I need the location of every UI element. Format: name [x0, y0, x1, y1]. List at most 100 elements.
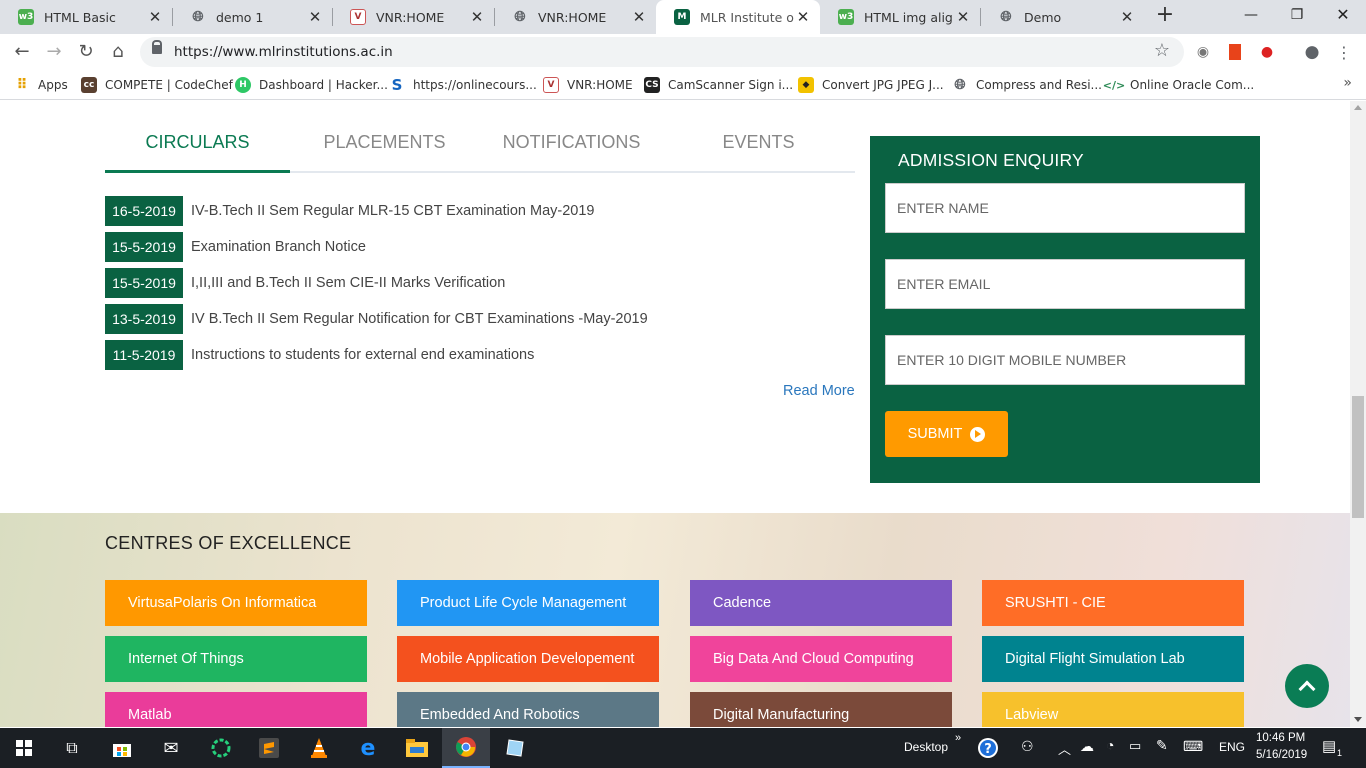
chrome-icon[interactable] [442, 728, 490, 768]
coe-tile[interactable]: Product Life Cycle Management [397, 580, 659, 626]
wifi-icon[interactable]: ◔ [1106, 737, 1114, 753]
help-icon[interactable]: ? [975, 728, 1001, 768]
browser-tab[interactable]: w3 HTML Basic ✕ [0, 0, 172, 34]
coe-tile[interactable]: Mobile Application Developement [397, 636, 659, 682]
circular-item[interactable]: 11-5-2019 Instructions to students for e… [105, 340, 534, 370]
desktop-toolbar-label[interactable]: Desktop [904, 740, 948, 754]
coe-tile[interactable]: Big Data And Cloud Computing [690, 636, 952, 682]
name-field[interactable]: ENTER NAME [885, 183, 1245, 233]
scroll-down-arrow-icon[interactable] [1354, 717, 1362, 722]
store-icon[interactable] [98, 728, 146, 768]
close-icon[interactable]: ✕ [794, 8, 812, 26]
bookmark-apps[interactable]: ⠿ Apps [14, 76, 68, 94]
sublime-text-icon[interactable] [245, 728, 293, 768]
extension-bookmark-icon[interactable] [1225, 42, 1245, 62]
tab-events[interactable]: EVENTS [666, 131, 851, 173]
tray-expand-icon[interactable]: ︿ [1058, 739, 1071, 758]
circular-item[interactable]: 15-5-2019 I,II,III and B.Tech II Sem CIE… [105, 268, 505, 298]
coe-tile[interactable]: Digital Manufacturing [690, 692, 952, 727]
tab-circulars[interactable]: CIRCULARS [105, 131, 290, 173]
pen-icon[interactable]: ✎ [1156, 737, 1168, 754]
extension-apple-icon[interactable]: ● [1257, 42, 1277, 62]
close-icon[interactable]: ✕ [630, 8, 648, 26]
close-icon[interactable]: ✕ [306, 8, 324, 26]
coe-tile[interactable]: Embedded And Robotics [397, 692, 659, 727]
bookmarks-overflow-icon[interactable]: » [1343, 75, 1352, 91]
clock-date[interactable]: 5/16/2019 [1256, 749, 1307, 761]
read-more-link[interactable]: Read More [783, 383, 855, 399]
windows-start-icon[interactable] [0, 728, 48, 768]
circular-item[interactable]: 13-5-2019 IV B.Tech II Sem Regular Notif… [105, 304, 648, 334]
bookmark-star-icon[interactable]: ☆ [1154, 40, 1170, 61]
task-view-icon[interactable]: ⧉ [48, 728, 96, 768]
battery-icon[interactable]: ▭ [1129, 738, 1141, 754]
edge-icon[interactable]: e [344, 728, 392, 768]
bookmark-convert-jpg[interactable]: ◆ Convert JPG JPEG J... [798, 76, 944, 94]
coe-tile[interactable]: SRUSHTI - CIE [982, 580, 1244, 626]
tab-placements[interactable]: PLACEMENTS [292, 131, 477, 173]
bookmark-codechef[interactable]: cc COMPETE | CodeChef [81, 76, 233, 94]
back-button[interactable]: ← [8, 38, 36, 66]
browser-tab[interactable]: 🌐︎ Demo ✕ [980, 0, 1144, 34]
submit-button[interactable]: SUBMIT [885, 411, 1008, 457]
vlc-icon[interactable] [295, 728, 343, 768]
circular-item[interactable]: 16-5-2019 IV-B.Tech II Sem Regular MLR-1… [105, 196, 595, 226]
close-icon[interactable]: ✕ [468, 8, 486, 26]
bookmark-vnr[interactable]: V VNR:HOME [543, 76, 633, 94]
keyboard-icon[interactable]: ⌨ [1183, 738, 1203, 755]
browser-tab[interactable]: V VNR:HOME ✕ [332, 0, 494, 34]
circular-title[interactable]: Instructions to students for external en… [191, 347, 534, 363]
scroll-to-top-button[interactable] [1285, 664, 1329, 708]
menu-dots-icon[interactable]: ⋮ [1334, 42, 1354, 62]
home-button[interactable]: ⌂ [104, 38, 132, 66]
coe-tile[interactable]: Internet Of Things [105, 636, 367, 682]
coe-tile[interactable]: Matlab [105, 692, 367, 727]
notepad-app-icon[interactable] [491, 728, 539, 768]
coe-tile[interactable]: Digital Flight Simulation Lab [982, 636, 1244, 682]
tab-notifications[interactable]: NOTIFICATIONS [479, 131, 664, 173]
mail-icon[interactable]: ✉ [147, 728, 195, 768]
onedrive-cloud-icon[interactable]: ☁ [1080, 738, 1094, 755]
new-tab-button[interactable]: + [1153, 4, 1177, 28]
close-icon[interactable]: ✕ [146, 8, 164, 26]
chevron-right-icon[interactable]: » [955, 732, 961, 744]
maximize-button[interactable]: ❐ [1274, 0, 1320, 34]
browser-tab[interactable]: 🌐︎ demo 1 ✕ [172, 0, 332, 34]
circular-title[interactable]: Examination Branch Notice [191, 239, 366, 255]
close-icon[interactable]: ✕ [954, 8, 972, 26]
bookmark-onlinecourses[interactable]: S https://onlinecours... [389, 76, 537, 94]
bookmark-hackerrank[interactable]: H Dashboard | Hacker... [235, 76, 388, 94]
coe-tile[interactable]: Cadence [690, 580, 952, 626]
browser-tab[interactable]: 🌐︎ VNR:HOME ✕ [494, 0, 656, 34]
circular-title[interactable]: IV B.Tech II Sem Regular Notification fo… [191, 311, 648, 327]
file-explorer-icon[interactable] [393, 728, 441, 768]
circular-title[interactable]: IV-B.Tech II Sem Regular MLR-15 CBT Exam… [191, 203, 595, 219]
scroll-up-arrow-icon[interactable] [1354, 105, 1362, 110]
coe-tile[interactable]: Labview [982, 692, 1244, 727]
circular-item[interactable]: 15-5-2019 Examination Branch Notice [105, 232, 366, 262]
app-ring-icon[interactable] [197, 728, 245, 768]
forward-button[interactable]: → [40, 38, 68, 66]
clock-time[interactable]: 10:46 PM [1256, 732, 1305, 744]
email-field[interactable]: ENTER EMAIL [885, 259, 1245, 309]
bookmark-compress[interactable]: 🌐︎ Compress and Resi... [952, 76, 1102, 94]
window-close-button[interactable]: ✕ [1320, 0, 1366, 34]
reload-button[interactable]: ↻ [72, 38, 100, 66]
mobile-field[interactable]: ENTER 10 DIGIT MOBILE NUMBER [885, 335, 1245, 385]
language-indicator[interactable]: ENG [1219, 740, 1245, 754]
bookmark-camscanner[interactable]: CS CamScanner Sign i... [644, 76, 793, 94]
coe-tile[interactable]: VirtusaPolaris On Informatica [105, 580, 367, 626]
close-icon[interactable]: ✕ [1118, 8, 1136, 26]
page-scrollbar[interactable] [1350, 101, 1366, 727]
browser-tab-active[interactable]: M MLR Institute of Te ✕ [656, 0, 820, 34]
circular-title[interactable]: I,II,III and B.Tech II Sem CIE-II Marks … [191, 275, 505, 291]
profile-avatar-icon[interactable]: ● [1302, 42, 1322, 62]
extension-circle-icon[interactable]: ◉ [1193, 42, 1213, 62]
bookmark-oracle[interactable]: </> Online Oracle Com... [1103, 76, 1254, 94]
scrollbar-thumb[interactable] [1352, 396, 1364, 518]
address-bar[interactable]: https://www.mlrinstitutions.ac.in ☆ [140, 37, 1184, 67]
people-icon[interactable]: ⚇ [1021, 738, 1034, 755]
minimize-button[interactable]: — [1228, 0, 1274, 34]
notification-center-icon[interactable]: ▤ [1322, 737, 1336, 755]
browser-tab[interactable]: w3 HTML img align At ✕ [820, 0, 980, 34]
